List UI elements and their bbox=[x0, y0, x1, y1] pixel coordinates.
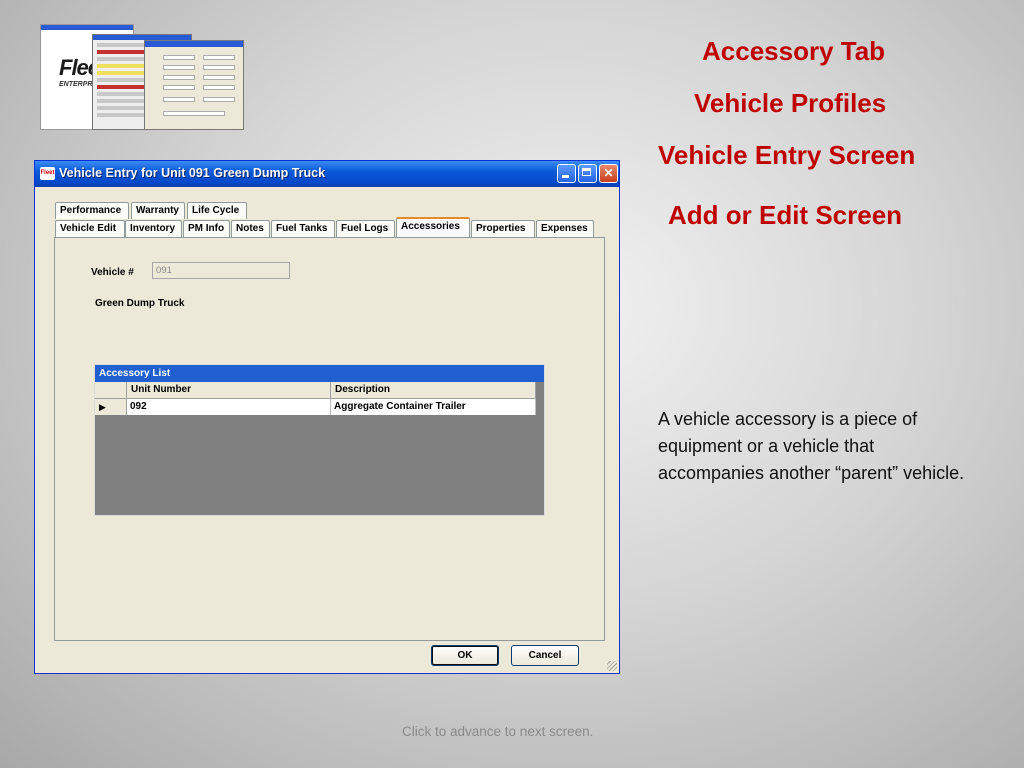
tab-notes[interactable]: Notes bbox=[231, 220, 270, 237]
tab-performance[interactable]: Performance bbox=[55, 202, 129, 219]
tab-inventory[interactable]: Inventory bbox=[125, 220, 182, 237]
row-selector-icon[interactable]: ▶ bbox=[95, 399, 127, 415]
table-row-description-cell[interactable]: Aggregate Container Trailer bbox=[331, 399, 536, 415]
tab-fuel-logs[interactable]: Fuel Logs bbox=[336, 220, 395, 237]
close-button[interactable]: ✕ bbox=[599, 164, 618, 183]
tab-fuel-tanks[interactable]: Fuel Tanks bbox=[271, 220, 335, 237]
app-icon: Fleet bbox=[40, 167, 55, 180]
resize-grip-icon[interactable] bbox=[607, 661, 617, 671]
grid-row-header-corner bbox=[95, 382, 127, 399]
tab-warranty[interactable]: Warranty bbox=[131, 202, 185, 219]
vehicle-entry-window: Fleet Vehicle Entry for Unit 091 Green D… bbox=[34, 160, 620, 674]
tab-properties[interactable]: Properties bbox=[471, 220, 535, 237]
tab-expenses[interactable]: Expenses bbox=[536, 220, 594, 237]
tab-pm-info[interactable]: PM Info bbox=[183, 220, 230, 237]
minimize-button[interactable] bbox=[557, 164, 576, 183]
window-titlebar[interactable]: Fleet Vehicle Entry for Unit 091 Green D… bbox=[35, 161, 619, 187]
thumbnail-montage: Flee ENTERPRIS bbox=[40, 24, 244, 130]
tab-life-cycle[interactable]: Life Cycle bbox=[187, 202, 247, 219]
table-row-unit-cell[interactable]: 092 bbox=[127, 399, 331, 415]
accessories-panel: Vehicle # 091 Green Dump Truck Accessory… bbox=[54, 237, 605, 641]
tab-vehicle-edit[interactable]: Vehicle Edit bbox=[55, 220, 125, 237]
thumbnail-entry-screen bbox=[144, 40, 244, 130]
advance-hint[interactable]: Click to advance to next screen. bbox=[402, 724, 593, 739]
heading-vehicle-profiles: Vehicle Profiles bbox=[694, 88, 887, 118]
description-text: A vehicle accessory is a piece of equipm… bbox=[658, 409, 965, 483]
tab-accessories[interactable]: Accessories bbox=[396, 217, 470, 237]
ok-button[interactable]: OK bbox=[431, 645, 499, 666]
window-title: Vehicle Entry for Unit 091 Green Dump Tr… bbox=[59, 166, 326, 180]
heading-add-edit-screen: Add or Edit Screen bbox=[668, 200, 903, 230]
vehicle-number-field[interactable]: 091 bbox=[152, 262, 290, 279]
grid-title: Accessory List bbox=[95, 365, 544, 382]
column-header-unit-number[interactable]: Unit Number bbox=[127, 382, 331, 399]
heading-vehicle-entry-screen: Vehicle Entry Screen bbox=[658, 140, 916, 170]
column-header-description[interactable]: Description bbox=[331, 382, 536, 399]
accessory-list-grid[interactable]: Accessory List Unit Number Description ▶… bbox=[94, 364, 545, 516]
heading-accessory-tab: Accessory Tab bbox=[702, 36, 886, 66]
vehicle-name-label: Green Dump Truck bbox=[95, 298, 185, 309]
vehicle-number-label: Vehicle # bbox=[91, 267, 134, 278]
cancel-button[interactable]: Cancel bbox=[511, 645, 579, 666]
maximize-button[interactable] bbox=[578, 164, 597, 183]
